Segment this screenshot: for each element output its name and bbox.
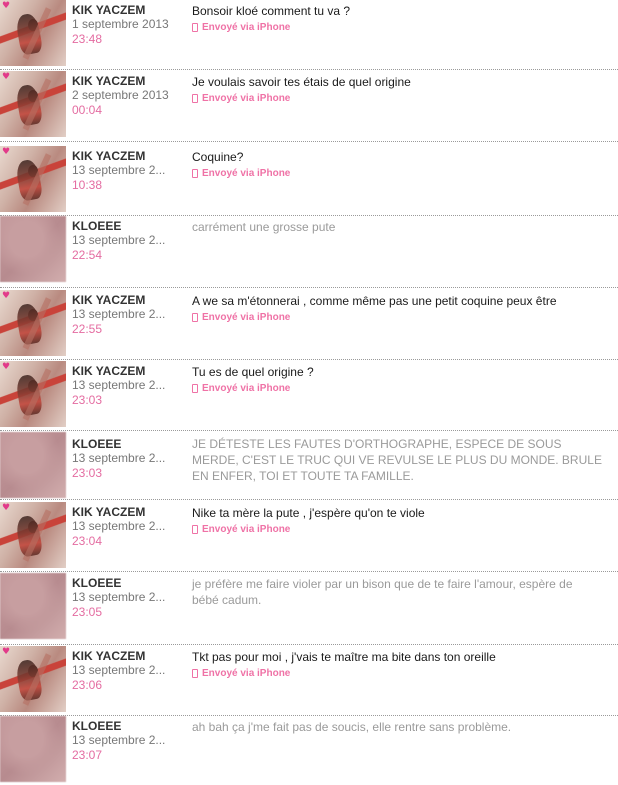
message-text: Bonsoir kloé comment tu va ?: [192, 4, 351, 18]
message-text: Coquine?: [192, 150, 244, 164]
message-text: Tkt pas pour moi , j'vais te maître ma b…: [192, 650, 496, 664]
message-item: ♥ KIK YACZEM 1 septembre 2013 23:48 Bons…: [0, 0, 618, 70]
avatar[interactable]: ♥: [0, 0, 66, 66]
message-text: Nike ta mère la pute , j'espère qu'on te…: [192, 506, 425, 520]
sent-via-label: Envoyé via iPhone: [202, 312, 291, 323]
message-text: ah bah ça j'me fait pas de soucis, elle …: [192, 720, 512, 734]
author-name[interactable]: KLOEEE: [72, 219, 184, 233]
avatar[interactable]: ♥: [0, 290, 66, 356]
heart-icon: ♥: [2, 647, 11, 657]
message-date: 13 septembre 2...: [72, 378, 166, 392]
message-date: 13 septembre 2...: [72, 307, 166, 321]
author-name[interactable]: KIK YACZEM: [72, 149, 184, 163]
message-item: ♥ KIK YACZEM 13 septembre 2... 10:38 Coq…: [0, 146, 618, 216]
message-date: 13 septembre 2...: [72, 451, 166, 465]
phone-icon: [192, 23, 198, 32]
sent-via-label: Envoyé via iPhone: [202, 168, 291, 179]
author-name[interactable]: KIK YACZEM: [72, 364, 184, 378]
message-date: 13 septembre 2...: [72, 163, 166, 177]
message-time: 23:07: [72, 748, 103, 762]
message-date: 13 septembre 2...: [72, 233, 166, 247]
message-item: ♥ KIK YACZEM 13 septembre 2... 23:04 Nik…: [0, 502, 618, 572]
avatar[interactable]: [0, 432, 66, 498]
sent-via: Envoyé via iPhone: [192, 22, 602, 33]
avatar[interactable]: ♥: [0, 71, 66, 137]
heart-icon: ♥: [2, 147, 11, 157]
message-text: je préfère me faire violer par un bison …: [192, 577, 573, 607]
message-text: A we sa m'étonnerai , comme même pas une…: [192, 294, 557, 308]
author-name[interactable]: KLOEEE: [72, 437, 184, 451]
heart-icon: ♥: [2, 291, 11, 301]
avatar[interactable]: ♥: [0, 502, 66, 568]
heart-icon: ♥: [2, 503, 11, 513]
sent-via: Envoyé via iPhone: [192, 312, 602, 323]
message-time: 23:06: [72, 678, 103, 692]
message-date: 1 septembre 2013: [72, 17, 169, 31]
phone-icon: [192, 169, 198, 178]
message-item: KLOEEE 13 septembre 2... 23:03 JE DÉTEST…: [0, 432, 618, 500]
author-name[interactable]: KIK YACZEM: [72, 505, 184, 519]
author-name[interactable]: KIK YACZEM: [72, 3, 184, 17]
phone-icon: [192, 669, 198, 678]
author-name[interactable]: KLOEEE: [72, 719, 184, 733]
avatar[interactable]: [0, 216, 66, 282]
message-item: ♥ KIK YACZEM 2 septembre 2013 00:04 Je v…: [0, 71, 618, 142]
message-time: 23:03: [72, 466, 103, 480]
message-text: Je voulais savoir tes étais de quel orig…: [192, 75, 411, 89]
heart-icon: ♥: [2, 1, 11, 11]
message-item: ♥ KIK YACZEM 13 septembre 2... 23:03 Tu …: [0, 361, 618, 431]
sent-via-label: Envoyé via iPhone: [202, 383, 291, 394]
message-item: ♥ KIK YACZEM 13 septembre 2... 22:55 A w…: [0, 290, 618, 360]
sent-via: Envoyé via iPhone: [192, 93, 602, 104]
message-time: 23:48: [72, 32, 103, 46]
message-date: 13 septembre 2...: [72, 733, 166, 747]
message-date: 13 septembre 2...: [72, 519, 166, 533]
heart-icon: ♥: [2, 72, 11, 82]
avatar[interactable]: [0, 573, 66, 639]
message-item: ♥ KIK YACZEM 13 septembre 2... 23:06 Tkt…: [0, 646, 618, 716]
message-time: 00:04: [72, 103, 103, 117]
sent-via: Envoyé via iPhone: [192, 524, 602, 535]
sent-via-label: Envoyé via iPhone: [202, 524, 291, 535]
phone-icon: [192, 525, 198, 534]
avatar[interactable]: [0, 716, 66, 782]
phone-icon: [192, 313, 198, 322]
author-name[interactable]: KIK YACZEM: [72, 649, 184, 663]
message-date: 2 septembre 2013: [72, 88, 169, 102]
avatar[interactable]: ♥: [0, 646, 66, 712]
sent-via-label: Envoyé via iPhone: [202, 93, 291, 104]
author-name[interactable]: KIK YACZEM: [72, 74, 184, 88]
message-time: 23:05: [72, 605, 103, 619]
message-item: KLOEEE 13 septembre 2... 23:05 je préfèr…: [0, 573, 618, 645]
message-item: KLOEEE 13 septembre 2... 22:54 carrément…: [0, 216, 618, 288]
sent-via: Envoyé via iPhone: [192, 383, 602, 394]
message-time: 22:54: [72, 248, 103, 262]
sent-via-label: Envoyé via iPhone: [202, 668, 291, 679]
message-text: JE DÉTESTE LES FAUTES D'ORTHOGRAPHE, ESP…: [192, 437, 602, 483]
sent-via: Envoyé via iPhone: [192, 668, 602, 679]
message-time: 22:55: [72, 322, 103, 336]
message-time: 23:04: [72, 534, 103, 548]
phone-icon: [192, 384, 198, 393]
message-item: KLOEEE 13 septembre 2... 23:07 ah bah ça…: [0, 716, 618, 785]
message-thread: ♥ KIK YACZEM 1 septembre 2013 23:48 Bons…: [0, 0, 618, 785]
author-name[interactable]: KLOEEE: [72, 576, 184, 590]
avatar[interactable]: ♥: [0, 361, 66, 427]
sent-via-label: Envoyé via iPhone: [202, 22, 291, 33]
message-time: 10:38: [72, 178, 103, 192]
avatar[interactable]: ♥: [0, 146, 66, 212]
message-time: 23:03: [72, 393, 103, 407]
message-date: 13 septembre 2...: [72, 663, 166, 677]
message-text: Tu es de quel origine ?: [192, 365, 314, 379]
heart-icon: ♥: [2, 362, 11, 372]
phone-icon: [192, 94, 198, 103]
message-text: carrément une grosse pute: [192, 220, 336, 234]
author-name[interactable]: KIK YACZEM: [72, 293, 184, 307]
sent-via: Envoyé via iPhone: [192, 168, 602, 179]
message-date: 13 septembre 2...: [72, 590, 166, 604]
